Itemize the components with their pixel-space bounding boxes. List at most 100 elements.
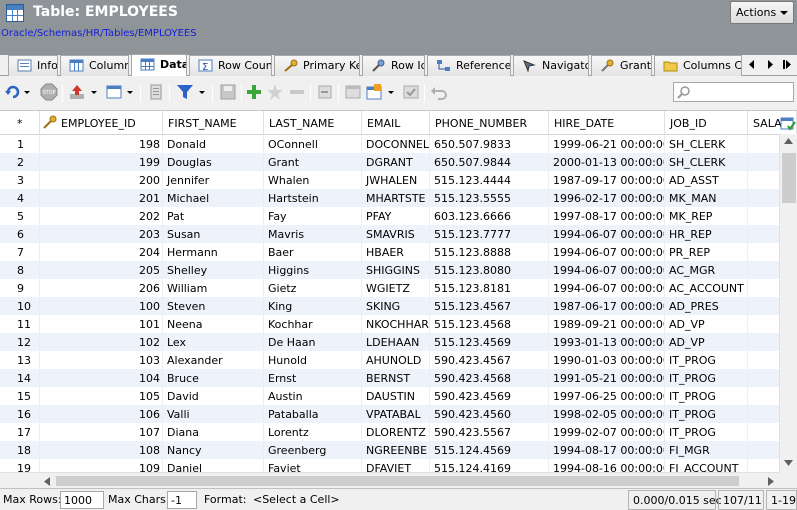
data-grid[interactable]: * EMPLOYEE_ID FIRST_NAME LAST_NAME EMAIL… <box>0 110 797 472</box>
last-name-cell[interactable]: Lorentz <box>264 423 362 441</box>
salary-cell[interactable] <box>748 405 780 423</box>
row-number-cell[interactable]: 2 <box>0 153 40 171</box>
last-name-cell[interactable]: De Haan <box>264 333 362 351</box>
phone-number-cell[interactable]: 603.123.6666 <box>430 207 549 225</box>
hire-date-cell[interactable]: 1994-06-07 00:00:00 <box>549 225 665 243</box>
email-cell[interactable]: LDEHAAN <box>362 333 430 351</box>
last-name-cell[interactable]: Gietz <box>264 279 362 297</box>
phone-number-cell[interactable]: 515.123.4568 <box>430 315 549 333</box>
save-icon[interactable] <box>219 83 237 101</box>
tab-columns-comments[interactable]: Columns Com <box>654 55 742 76</box>
employee-id-cell[interactable]: 198 <box>40 135 163 153</box>
row-number-cell[interactable]: 15 <box>0 387 40 405</box>
vertical-scroll-thumb[interactable] <box>782 153 796 203</box>
undo-icon[interactable] <box>430 83 448 101</box>
phone-number-cell[interactable]: 590.423.4567 <box>430 351 549 369</box>
job-id-cell[interactable]: PR_REP <box>665 243 748 261</box>
scroll-left-icon[interactable] <box>44 477 50 486</box>
first-name-cell[interactable]: Jennifer <box>163 171 264 189</box>
phone-number-cell[interactable]: 650.507.9833 <box>430 135 549 153</box>
last-name-cell[interactable]: Pataballa <box>264 405 362 423</box>
hire-date-cell[interactable]: 1987-09-17 00:00:00 <box>549 171 665 189</box>
tab-columns[interactable]: Columns <box>60 55 129 76</box>
row-number-cell[interactable]: 8 <box>0 261 40 279</box>
phone-number-cell[interactable]: 515.123.8080 <box>430 261 549 279</box>
salary-cell[interactable] <box>748 459 780 472</box>
employee-id-cell[interactable]: 204 <box>40 243 163 261</box>
refresh-options-caret[interactable] <box>24 91 30 94</box>
last-name-cell[interactable]: Greenberg <box>264 441 362 459</box>
job-id-cell[interactable]: SH_CLERK <box>665 135 748 153</box>
last-name-cell[interactable]: Kochhar <box>264 315 362 333</box>
job-id-cell[interactable]: IT_PROG <box>665 423 748 441</box>
phone-number-cell[interactable]: 515.124.4569 <box>430 441 549 459</box>
row-number-cell[interactable]: 14 <box>0 369 40 387</box>
job-id-cell[interactable]: AD_ASST <box>665 171 748 189</box>
email-cell[interactable]: VPATABAL <box>362 405 430 423</box>
employee-id-cell[interactable]: 199 <box>40 153 163 171</box>
employee-id-cell[interactable]: 206 <box>40 279 163 297</box>
table-row[interactable]: 5 202 Pat Fay PFAY 603.123.6666 1997-08-17 00:… <box>0 207 780 225</box>
first-name-cell[interactable]: Neena <box>163 315 264 333</box>
last-name-cell[interactable]: Whalen <box>264 171 362 189</box>
stop-icon[interactable]: STOP <box>40 83 58 101</box>
hire-date-cell[interactable]: 1987-06-17 00:00:00 <box>549 297 665 315</box>
duplicate-row-icon[interactable] <box>266 83 284 101</box>
table-row[interactable]: 3 200 Jennifer Whalen JWHALEN 515.123.4444 198… <box>0 171 780 189</box>
salary-cell[interactable] <box>748 261 780 279</box>
last-name-cell[interactable]: Fay <box>264 207 362 225</box>
hire-date-cell[interactable]: 1997-08-17 00:00:00 <box>549 207 665 225</box>
header-row-number[interactable]: * <box>0 111 40 135</box>
job-id-cell[interactable]: AD_VP <box>665 315 748 333</box>
phone-number-cell[interactable]: 515.124.4169 <box>430 459 549 472</box>
job-id-cell[interactable]: IT_PROG <box>665 405 748 423</box>
salary-cell[interactable] <box>748 351 780 369</box>
employee-id-cell[interactable]: 203 <box>40 225 163 243</box>
tab-data[interactable]: Data <box>131 54 187 76</box>
last-name-cell[interactable]: Grant <box>264 153 362 171</box>
filter-icon[interactable] <box>176 83 194 101</box>
table-row[interactable]: 6 203 Susan Mavris SMAVRIS 515.123.7777 1994-0… <box>0 225 780 243</box>
email-cell[interactable]: SKING <box>362 297 430 315</box>
last-name-cell[interactable]: Baer <box>264 243 362 261</box>
job-id-cell[interactable]: HR_REP <box>665 225 748 243</box>
grid-layout-icon[interactable] <box>105 83 123 101</box>
salary-cell[interactable] <box>748 279 780 297</box>
row-number-cell[interactable]: 12 <box>0 333 40 351</box>
hire-date-cell[interactable]: 1991-05-21 00:00:00 <box>549 369 665 387</box>
sql-preview-icon[interactable] <box>365 83 383 101</box>
last-name-cell[interactable]: Austin <box>264 387 362 405</box>
employee-id-cell[interactable]: 105 <box>40 387 163 405</box>
row-number-cell[interactable]: 7 <box>0 243 40 261</box>
row-number-cell[interactable]: 11 <box>0 315 40 333</box>
salary-cell[interactable] <box>748 171 780 189</box>
breadcrumb[interactable]: Oracle/Schemas/HR/Tables/EMPLOYEES <box>1 28 197 39</box>
email-cell[interactable]: BERNST <box>362 369 430 387</box>
table-row[interactable]: 19 109 Daniel Faviet DFAVIET 515.124.4169 1994… <box>0 459 780 472</box>
hire-date-cell[interactable]: 1994-06-07 00:00:00 <box>549 261 665 279</box>
last-name-cell[interactable]: Hunold <box>264 351 362 369</box>
hire-date-cell[interactable]: 1999-02-07 00:00:00 <box>549 423 665 441</box>
job-id-cell[interactable]: FI_ACCOUNT <box>665 459 748 472</box>
hire-date-cell[interactable]: 1990-01-03 00:00:00 <box>549 351 665 369</box>
job-id-cell[interactable]: IT_PROG <box>665 351 748 369</box>
horizontal-scroll-thumb[interactable] <box>56 476 739 486</box>
last-name-cell[interactable]: King <box>264 297 362 315</box>
tab-row-count[interactable]: Σ Row Count <box>189 55 272 76</box>
row-number-cell[interactable]: 9 <box>0 279 40 297</box>
hire-date-cell[interactable]: 1994-06-07 00:00:00 <box>549 243 665 261</box>
email-cell[interactable]: DGRANT <box>362 153 430 171</box>
max-chars-input[interactable]: -1 <box>167 491 197 509</box>
tab-references[interactable]: References <box>427 55 511 76</box>
salary-cell[interactable] <box>748 189 780 207</box>
phone-number-cell[interactable]: 650.507.9844 <box>430 153 549 171</box>
export-options-caret[interactable] <box>91 91 97 94</box>
email-cell[interactable]: DLORENTZ <box>362 423 430 441</box>
table-row[interactable]: 14 104 Bruce Ernst BERNST 590.423.4568 1991-05… <box>0 369 780 387</box>
phone-number-cell[interactable]: 515.123.8181 <box>430 279 549 297</box>
salary-cell[interactable] <box>748 441 780 459</box>
employee-id-cell[interactable]: 200 <box>40 171 163 189</box>
table-row[interactable]: 4 201 Michael Hartstein MHARTSTE 515.123.5555… <box>0 189 780 207</box>
apply-changes-icon[interactable] <box>316 83 334 101</box>
salary-cell[interactable] <box>748 369 780 387</box>
